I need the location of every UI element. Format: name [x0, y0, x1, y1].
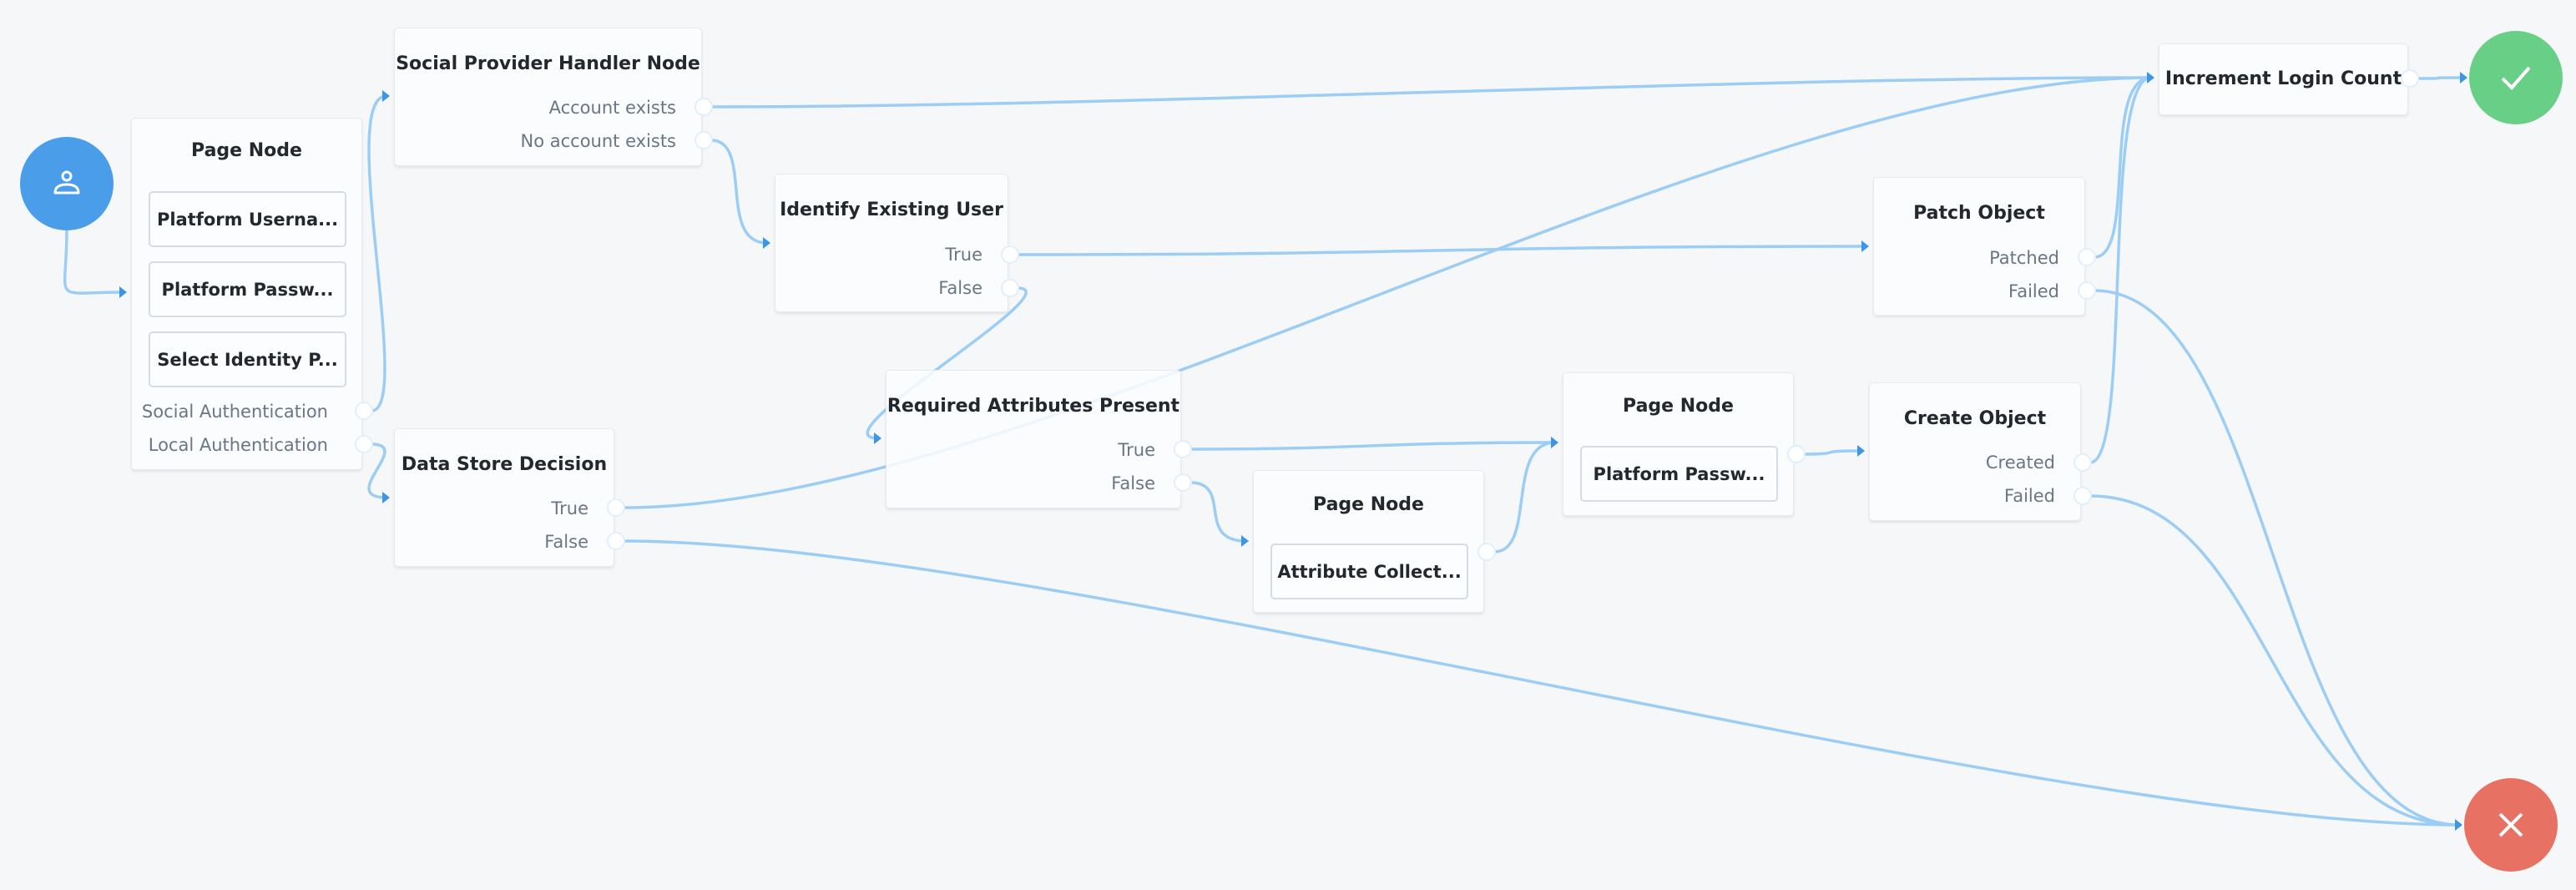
- connection-layer: [63, 76, 2465, 827]
- input-arrow-patch: [1861, 240, 1869, 252]
- port-patch-failed[interactable]: [2078, 281, 2096, 300]
- outcome-false: False: [938, 278, 982, 298]
- port-create-created[interactable]: [2073, 453, 2092, 472]
- child-node-platform-password[interactable]: Platform Passw...: [149, 261, 346, 317]
- outcome-true: True: [1118, 440, 1155, 460]
- outcome-true: True: [945, 245, 982, 265]
- port-datastore-true[interactable]: [607, 498, 625, 517]
- node-title: Increment Login Count: [2164, 68, 2402, 89]
- port-page1-social-authentication[interactable]: [355, 402, 373, 420]
- x-icon: [2498, 812, 2523, 837]
- node-title: Page Node: [1623, 396, 1734, 417]
- input-arrow-page3: [1241, 535, 1249, 547]
- port-patch-patched[interactable]: [2078, 248, 2096, 266]
- checkmark-icon: [2501, 66, 2531, 90]
- node-title: Data Store Decision: [401, 454, 608, 475]
- page-node-login[interactable]: Page Node Platform Userna... Platform Pa…: [131, 118, 362, 470]
- failure-node[interactable]: [2464, 778, 2558, 872]
- node-title: Page Node: [191, 140, 302, 161]
- port-social-account-exists[interactable]: [695, 98, 713, 116]
- input-arrow-increment: [2147, 72, 2154, 83]
- connection-identify-true-to-patch[interactable]: [1017, 245, 1866, 256]
- port-identify-false[interactable]: [1001, 279, 1019, 297]
- connection-create-failed-to-failure[interactable]: [2089, 494, 2460, 827]
- port-page1-local-authentication[interactable]: [355, 435, 373, 453]
- data-store-decision-node[interactable]: Data Store Decision True False: [394, 428, 614, 567]
- connection-page1-local-authentication-to-datastore[interactable]: [367, 442, 387, 499]
- outcome-account-exists: Account exists: [548, 98, 676, 118]
- outcome-patched: Patched: [1989, 248, 2059, 268]
- connection-patch-failed-to-failure[interactable]: [2094, 289, 2460, 827]
- port-increment-outcome[interactable]: [2401, 69, 2419, 88]
- outcome-failed: Failed: [2004, 486, 2055, 506]
- child-node-select-identity-provider[interactable]: Select Identity P...: [149, 331, 346, 387]
- required-attributes-present-node[interactable]: Required Attributes Present True False: [886, 370, 1181, 508]
- connection-social-account-exists-to-increment[interactable]: [710, 76, 2152, 109]
- connection-create-created-to-increment[interactable]: [2089, 76, 2152, 464]
- start-node[interactable]: [20, 137, 114, 230]
- page-node-platform-password[interactable]: Page Node Platform Passw...: [1563, 372, 1794, 516]
- node-title: Required Attributes Present: [886, 396, 1180, 417]
- node-title: Social Provider Handler Node: [396, 53, 700, 74]
- port-create-failed[interactable]: [2073, 487, 2092, 505]
- input-arrow-failure: [2455, 819, 2462, 831]
- input-arrow-required: [874, 432, 881, 444]
- input-arrow-social: [382, 90, 390, 102]
- connection-start-to-page1[interactable]: [63, 230, 124, 295]
- tree-canvas[interactable]: Page Node Platform Userna... Platform Pa…: [0, 0, 2576, 890]
- port-required-false[interactable]: [1174, 473, 1192, 492]
- identify-existing-user-node[interactable]: Identify Existing User True False: [775, 174, 1008, 312]
- increment-login-count-node[interactable]: Increment Login Count: [2159, 43, 2408, 115]
- page-node-attribute-collector[interactable]: Page Node Attribute Collect...: [1253, 470, 1484, 613]
- connection-page2-to-create[interactable]: [1803, 449, 1862, 456]
- input-arrow-success: [2460, 72, 2467, 83]
- outcome-local-authentication: Local Authentication: [148, 435, 328, 455]
- port-datastore-false[interactable]: [607, 532, 625, 550]
- connection-datastore-false-to-failure[interactable]: [623, 539, 2460, 827]
- child-node-platform-password[interactable]: Platform Passw...: [1580, 446, 1778, 502]
- child-node-attribute-collector[interactable]: Attribute Collect...: [1270, 544, 1468, 599]
- user-icon: [53, 170, 80, 195]
- input-arrow-page1: [119, 286, 127, 298]
- port-required-true[interactable]: [1174, 440, 1192, 458]
- create-object-node[interactable]: Create Object Created Failed: [1869, 382, 2081, 521]
- input-arrow-identify: [763, 237, 770, 249]
- connection-required-false-to-page3[interactable]: [1190, 481, 1246, 543]
- connection-social-no-account-exists-to-identify[interactable]: [710, 139, 768, 245]
- connection-page1-social-authentication-to-social[interactable]: [367, 94, 387, 412]
- child-node-platform-username[interactable]: Platform Userna...: [149, 191, 346, 247]
- input-arrow-create: [1857, 445, 1865, 457]
- node-title: Create Object: [1903, 408, 2047, 429]
- input-arrow-datastore: [382, 492, 390, 503]
- node-title: Page Node: [1313, 494, 1424, 515]
- success-node[interactable]: [2469, 31, 2563, 124]
- outcome-no-account-exists: No account exists: [520, 131, 677, 151]
- connection-page3-to-page2[interactable]: [1493, 441, 1556, 554]
- port-page2-outcome[interactable]: [1787, 445, 1806, 463]
- social-provider-handler-node[interactable]: Social Provider Handler Node Account exi…: [394, 28, 702, 166]
- connection-required-true-to-page2[interactable]: [1190, 441, 1556, 451]
- outcome-failed: Failed: [2008, 281, 2059, 301]
- patch-object-node[interactable]: Patch Object Patched Failed: [1873, 177, 2085, 316]
- outcome-false: False: [544, 532, 588, 552]
- outcome-social-authentication: Social Authentication: [141, 402, 328, 422]
- node-title: Identify Existing User: [780, 200, 1003, 220]
- port-page3-outcome[interactable]: [1477, 543, 1496, 561]
- node-title: Patch Object: [1913, 203, 2045, 224]
- port-social-no-account-exists[interactable]: [695, 131, 713, 149]
- outcome-created: Created: [1985, 453, 2055, 473]
- input-arrow-page2: [1551, 437, 1558, 448]
- outcome-false: False: [1111, 473, 1155, 493]
- port-identify-true[interactable]: [1001, 245, 1019, 264]
- outcome-true: True: [551, 498, 588, 518]
